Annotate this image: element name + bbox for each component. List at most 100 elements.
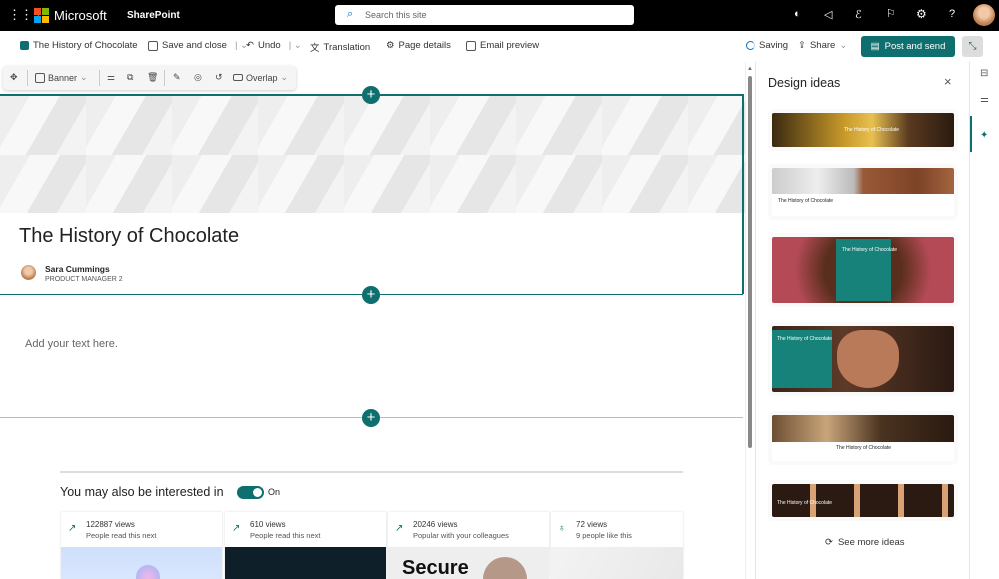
spinner-icon	[746, 41, 755, 50]
email-preview-button[interactable]: Email preview	[466, 40, 539, 51]
properties-icon[interactable]: ⚌	[980, 94, 989, 105]
card-image[interactable]	[551, 547, 683, 579]
overlap-label: Overlap	[246, 72, 278, 83]
design-idea-thumbnail[interactable]: The History of Chocolate	[772, 113, 954, 147]
design-idea-thumbnail[interactable]: The History of Chocolate	[772, 326, 954, 392]
gear-icon[interactable]: ⚙	[916, 7, 927, 21]
save-icon	[148, 40, 158, 51]
edit-image-icon[interactable]: ✎	[173, 72, 181, 83]
reset-icon[interactable]: ↺	[215, 72, 223, 83]
email-preview-icon	[466, 40, 476, 51]
page-icon	[20, 41, 29, 50]
duplicate-icon[interactable]: ⧉	[127, 72, 133, 83]
avatar[interactable]	[973, 4, 995, 26]
right-rail: ⊟ ⚌ ✦	[969, 62, 999, 579]
microsoft-logo-icon	[34, 8, 49, 23]
page-details-label: Page details	[398, 40, 451, 51]
email-preview-label: Email preview	[480, 40, 540, 51]
undo-label: Undo	[257, 40, 281, 51]
add-section-button[interactable]: +	[362, 86, 380, 104]
layout-dropdown[interactable]: Banner ⌄	[35, 72, 88, 83]
chevron-down-icon[interactable]: | ⌄	[289, 40, 302, 51]
section-border	[742, 94, 744, 294]
add-section-button[interactable]: +	[362, 409, 380, 427]
send-icon: ▤	[870, 41, 880, 52]
post-and-send-button[interactable]: ▤ Post and send	[861, 36, 955, 57]
trending-icon: ↗	[395, 523, 404, 534]
banner-icon	[35, 72, 45, 83]
save-close-button[interactable]: Save and close | ⌄	[148, 40, 248, 51]
toggle-label: On	[268, 487, 281, 497]
refresh-icon: ⟳	[825, 537, 833, 548]
brand-name: Microsoft	[54, 8, 107, 23]
move-icon[interactable]: ✥	[10, 72, 18, 83]
megaphone-icon[interactable]: ◁	[824, 8, 832, 21]
card-image-text: Secure	[402, 557, 469, 579]
section-divider	[60, 471, 683, 473]
undo-button[interactable]: ↶ Undo | ⌄	[246, 40, 302, 51]
saving-label: Saving	[759, 40, 789, 51]
search-input[interactable]: Search this site	[365, 10, 427, 20]
help-icon[interactable]: ?	[949, 8, 955, 20]
card-image[interactable]: Secure	[388, 547, 549, 579]
panel-title: Design ideas	[768, 76, 841, 90]
author-role: PRODUCT MANAGER 2	[45, 276, 123, 283]
close-icon[interactable]: ×	[944, 74, 952, 89]
search-box[interactable]: ⌕ Search this site	[335, 5, 634, 25]
see-more-ideas-button[interactable]: ⟳ See more ideas	[825, 537, 905, 548]
author-name[interactable]: Sara Cummings	[45, 264, 110, 274]
overlap-dropdown[interactable]: Overlap ⌄	[233, 72, 288, 83]
settings-icon[interactable]: ⚌	[107, 72, 115, 83]
thumbnail-title: The History of Chocolate	[844, 127, 900, 133]
toolbox-icon[interactable]: ⊟	[980, 68, 988, 79]
add-section-button[interactable]: +	[362, 286, 380, 304]
scrollbar[interactable]: ▲	[745, 62, 754, 579]
card-desc: 9 people like this	[576, 531, 632, 540]
app-name[interactable]: SharePoint	[127, 10, 180, 21]
thumbnail-title: The History of Chocolate	[778, 198, 834, 204]
card-desc: People read this next	[250, 531, 321, 540]
design-idea-thumbnail[interactable]: The History of Chocolate	[772, 168, 954, 216]
delete-icon[interactable]: 🗑	[147, 72, 158, 83]
post-send-label: Post and send	[884, 41, 946, 52]
design-idea-thumbnail[interactable]: The History of Chocolate	[772, 415, 954, 461]
flag-icon[interactable]: ⚐	[886, 7, 896, 20]
title-area: The History of Chocolate Sara Cummings P…	[6, 213, 736, 293]
section-toolbar: ✥ Banner ⌄ ⚌ ⧉ 🗑 ✎ ◎ ↺ Overlap ⌄	[3, 66, 296, 90]
design-ideas-icon[interactable]: ✦	[980, 130, 988, 141]
design-idea-thumbnail[interactable]: The History of Chocolate	[772, 237, 954, 303]
text-webpart-placeholder[interactable]: Add your text here.	[25, 338, 118, 350]
page-title[interactable]: The History of Chocolate	[19, 225, 239, 248]
card-views: 72 views	[576, 520, 608, 529]
scrollbar-thumb[interactable]	[748, 76, 752, 448]
related-heading: You may also be interested in	[60, 485, 224, 499]
chevron-down-icon: ⌄	[839, 40, 848, 51]
banner-background	[0, 95, 745, 213]
page-details-button[interactable]: ⚙ Page details	[386, 40, 451, 51]
design-idea-thumbnail[interactable]: The History of Chocolate	[772, 484, 954, 517]
collapse-button[interactable]: ⤡	[962, 36, 983, 57]
like-icon: ♁	[558, 523, 566, 534]
share-network-icon[interactable]: ℰ	[855, 8, 862, 21]
translation-button[interactable]: 文 Translation	[310, 40, 371, 55]
related-toggle[interactable]	[237, 486, 264, 499]
card-desc: Popular with your colleagues	[413, 531, 509, 540]
focal-point-icon[interactable]: ◎	[194, 72, 202, 83]
thumbnail-title: The History of Chocolate	[777, 500, 833, 506]
see-more-label: See more ideas	[837, 537, 905, 548]
card-image[interactable]	[225, 547, 386, 579]
undo-icon: ↶	[246, 40, 254, 51]
suite-header: ⋮⋮⋮ Microsoft SharePoint ⌕ Search this s…	[0, 0, 999, 31]
translation-label: Translation	[323, 41, 371, 53]
page-name[interactable]: The History of Chocolate	[33, 40, 138, 51]
share-icon: ⇪	[798, 40, 806, 51]
gear-icon: ⚙	[386, 40, 395, 51]
overlap-icon	[233, 74, 243, 81]
thumbnail-title: The History of Chocolate	[777, 336, 833, 342]
card-image[interactable]	[61, 547, 222, 579]
chevron-down-icon: ⌄	[80, 72, 88, 82]
share-button[interactable]: ⇪ Share ⌄	[798, 40, 847, 51]
trending-icon: ↗	[232, 523, 241, 534]
copilot-icon[interactable]: ◐	[794, 8, 801, 20]
thumbnail-title: The History of Chocolate	[842, 247, 898, 253]
